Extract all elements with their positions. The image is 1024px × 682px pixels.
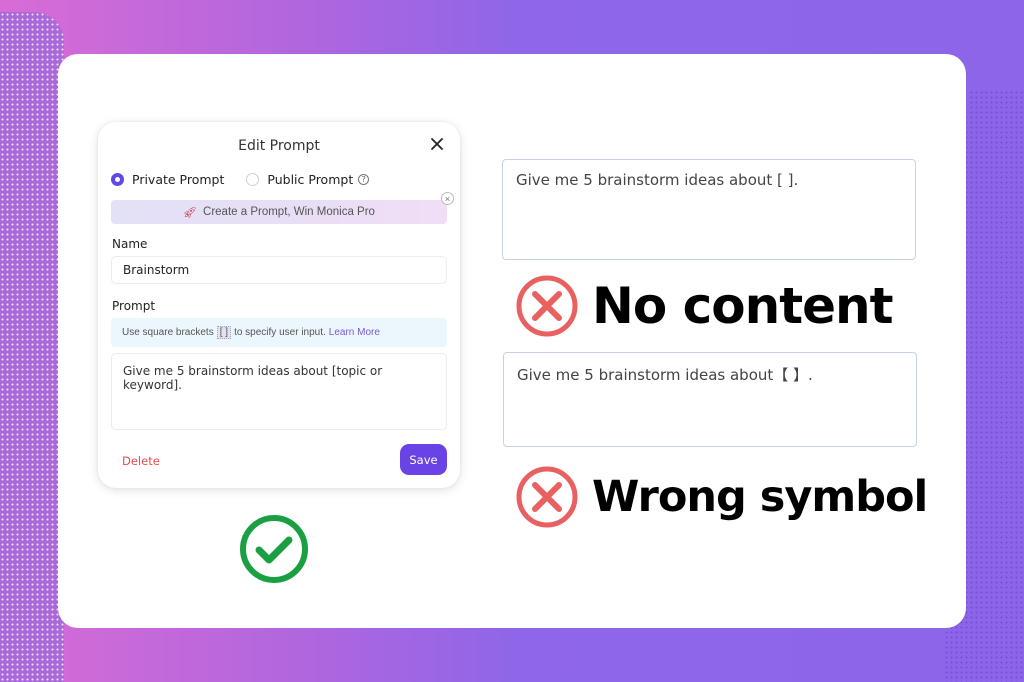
delete-button[interactable]: Delete <box>122 454 160 468</box>
check-circle-icon <box>240 515 308 583</box>
verdict-no-content: No content <box>514 273 893 339</box>
verdict-wrong-symbol: Wrong symbol <box>514 464 928 530</box>
name-label: Name <box>112 237 148 251</box>
dialog-title: Edit Prompt <box>238 138 320 154</box>
radio-label: Private Prompt <box>132 172 225 187</box>
x-circle-icon <box>516 466 578 528</box>
background-dot-pattern-left <box>0 12 64 682</box>
visibility-radio-group: Private Prompt Public Prompt ? <box>111 172 391 187</box>
x-circle-icon <box>516 275 578 337</box>
radio-button-checked[interactable] <box>111 173 124 186</box>
hint-text-before: Use square brackets <box>122 327 214 338</box>
verdict-label: Wrong symbol <box>592 472 928 522</box>
example-input-wrong-symbol: Give me 5 brainstorm ideas about【 】. <box>503 352 917 447</box>
verdict-label: No content <box>592 277 893 335</box>
radio-button-unchecked[interactable] <box>246 173 260 186</box>
prompt-hint: Use square brackets [ ] to specify user … <box>111 318 447 347</box>
example-input-no-content: Give me 5 brainstorm ideas about [ ]. <box>502 159 916 260</box>
radio-public-prompt[interactable]: Public Prompt ? <box>246 172 370 187</box>
promo-banner[interactable]: 🚀︎ Create a Prompt, Win Monica Pro <box>111 200 447 224</box>
promo-close-icon[interactable]: × <box>441 192 454 205</box>
rocket-icon: 🚀︎ <box>183 206 198 219</box>
save-button[interactable]: Save <box>400 444 447 475</box>
edit-prompt-dialog: Edit Prompt Private Prompt Public Prompt… <box>98 122 460 488</box>
bracket-chip: [ ] <box>216 326 232 339</box>
learn-more-link[interactable]: Learn More <box>329 327 380 338</box>
promo-banner-text: Create a Prompt, Win Monica Pro <box>203 206 375 218</box>
hint-text-after: to specify user input. <box>234 327 326 338</box>
name-input[interactable]: Brainstorm <box>111 256 447 284</box>
radio-label: Public Prompt <box>267 172 354 187</box>
close-icon[interactable] <box>430 137 444 151</box>
prompt-textarea[interactable]: Give me 5 brainstorm ideas about [topic … <box>111 353 447 430</box>
help-icon[interactable]: ? <box>358 174 370 185</box>
prompt-label: Prompt <box>112 299 156 313</box>
radio-private-prompt[interactable]: Private Prompt <box>111 172 224 187</box>
